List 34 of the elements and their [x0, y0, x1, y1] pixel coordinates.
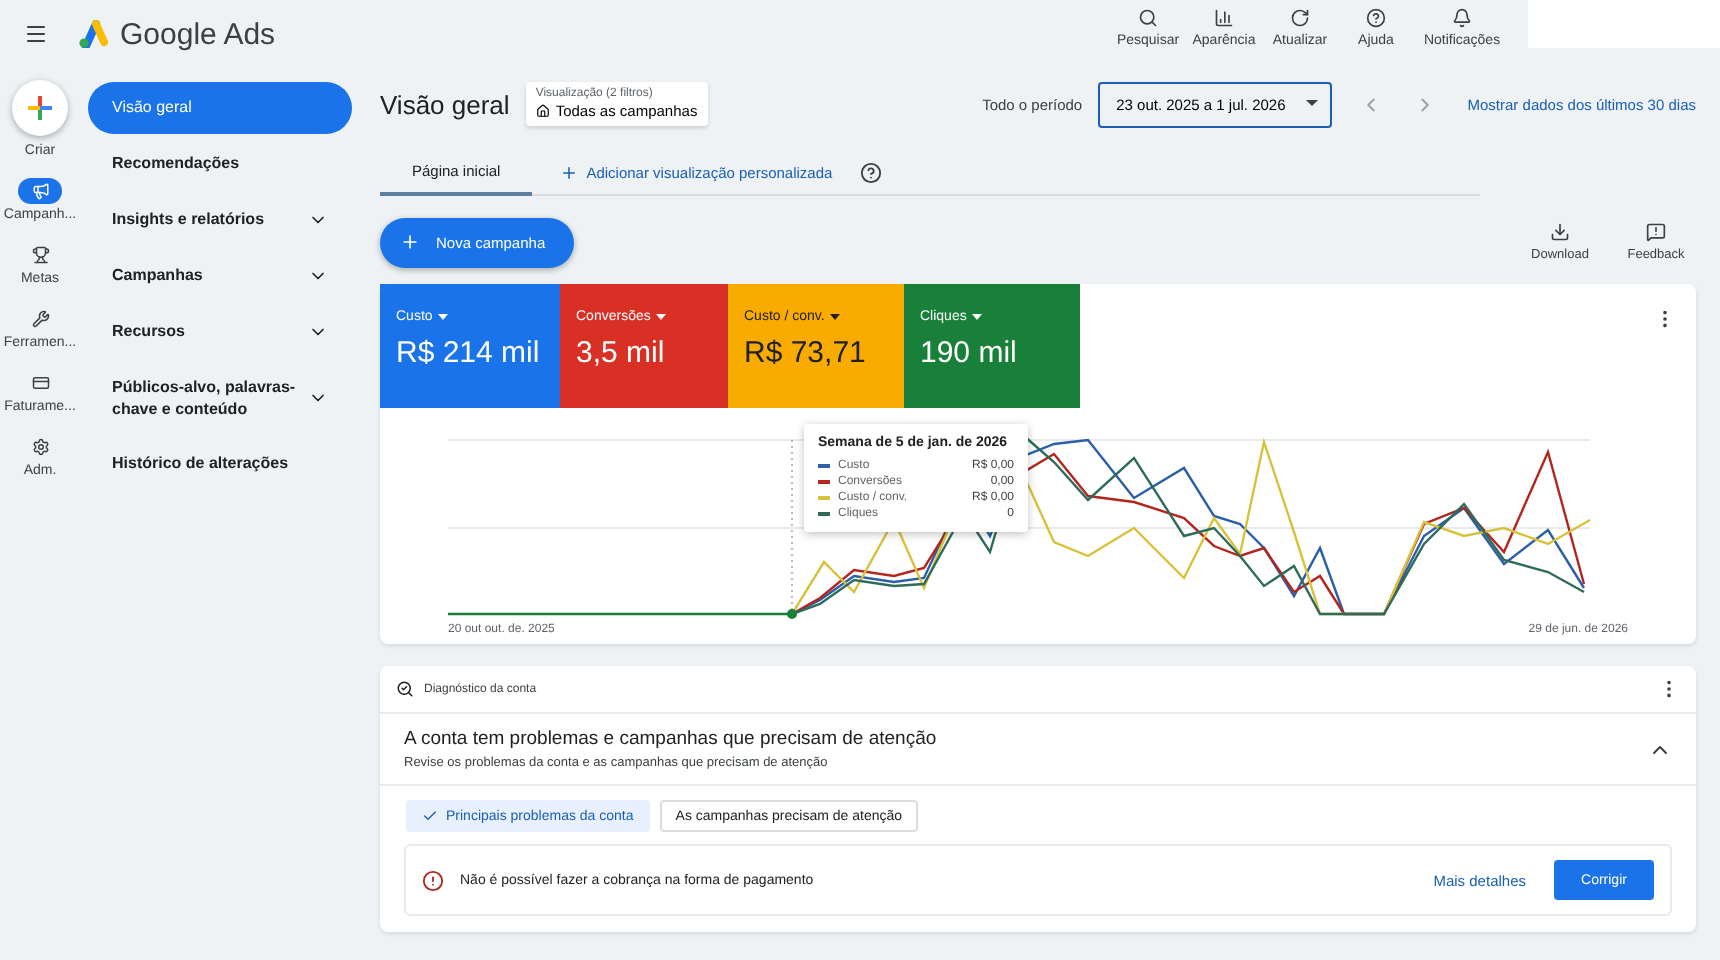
app-title: Google Ads: [120, 17, 276, 51]
nav-item[interactable]: Histórico de alterações: [88, 438, 352, 490]
caret-icon: [438, 314, 449, 320]
home-icon: [535, 104, 550, 118]
check-icon: [422, 808, 438, 824]
search-icon: [1138, 8, 1158, 28]
download-icon: [1550, 222, 1570, 242]
feedback-icon: [1646, 222, 1666, 242]
create-button[interactable]: [12, 80, 68, 136]
bell-icon: [1452, 8, 1472, 28]
chart-point: [787, 609, 797, 619]
page-title: Visão geral: [380, 89, 510, 119]
plus-icon: [560, 164, 579, 182]
plus-icon: [400, 232, 420, 252]
diagnostics-icon: [396, 680, 414, 698]
nav-item[interactable]: Insights e relatórios: [88, 194, 352, 246]
nav-item[interactable]: Campanhas: [88, 250, 352, 302]
nav-item[interactable]: Recursos: [88, 306, 352, 358]
caret-icon: [1305, 100, 1318, 108]
section-heading: A conta tem problemas e campanhas que precisam de atenção: [404, 728, 937, 750]
nav-item[interactable]: Públicos-alvo, palavras-chave e conteúdo: [88, 362, 352, 434]
help-icon[interactable]: [860, 162, 883, 184]
help-icon: [1366, 8, 1386, 28]
caret-icon: [656, 314, 667, 320]
logo-icon: [76, 20, 108, 48]
refresh-icon: [1290, 8, 1310, 28]
caret-icon: [972, 314, 983, 320]
bar-chart-icon: [1214, 8, 1234, 28]
plus-icon: [26, 94, 54, 122]
warning-icon: [422, 869, 444, 891]
nav-item[interactable]: Recomendações: [88, 138, 352, 190]
caret-icon: [830, 314, 841, 320]
menu-icon[interactable]: [24, 22, 48, 46]
nav-item[interactable]: Visão geral: [88, 82, 352, 134]
